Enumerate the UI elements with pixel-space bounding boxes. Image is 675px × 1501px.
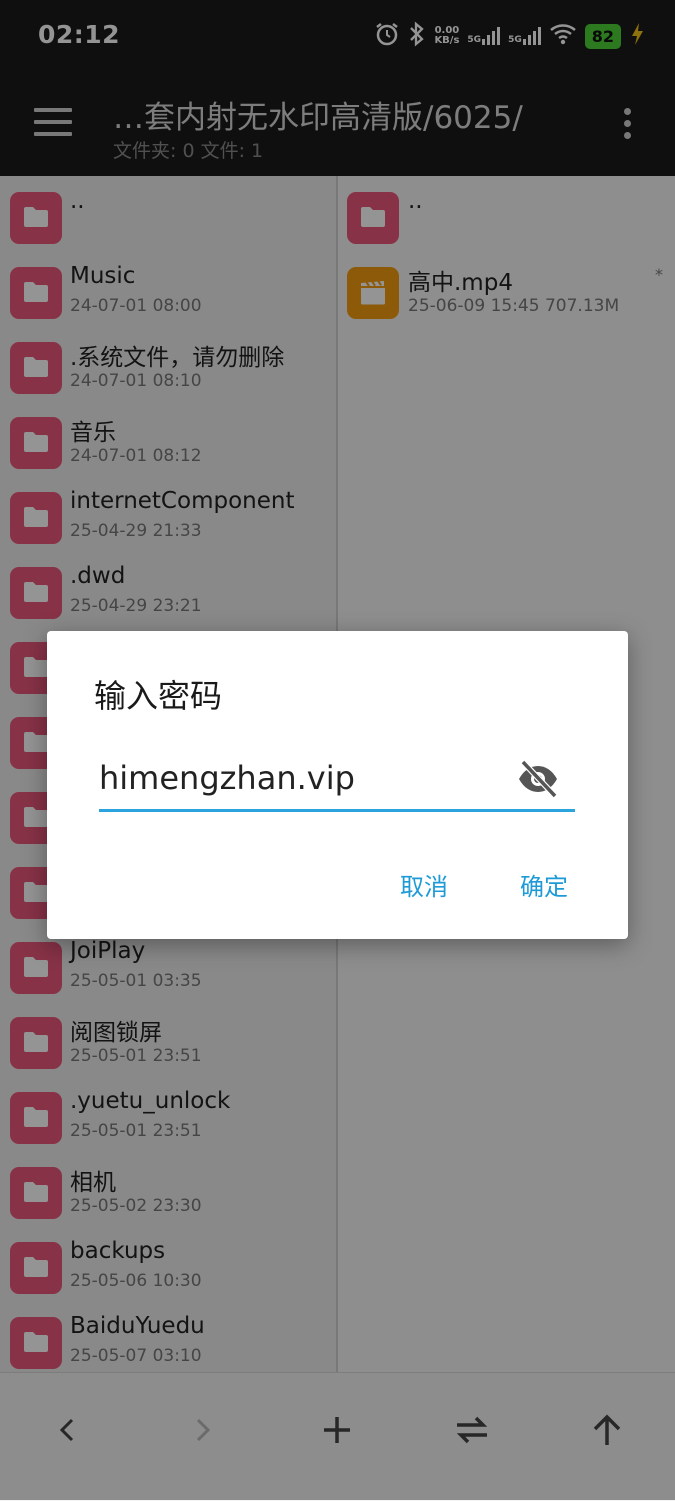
dialog-title: 输入密码: [94, 677, 223, 715]
eye-off-icon[interactable]: [517, 759, 559, 799]
confirm-button[interactable]: 确定: [520, 867, 568, 902]
password-input[interactable]: himengzhan.vip: [99, 755, 575, 812]
cancel-button[interactable]: 取消: [400, 867, 448, 902]
password-dialog: 输入密码 himengzhan.vip 取消 确定: [47, 631, 628, 939]
password-value: himengzhan.vip: [99, 759, 355, 797]
